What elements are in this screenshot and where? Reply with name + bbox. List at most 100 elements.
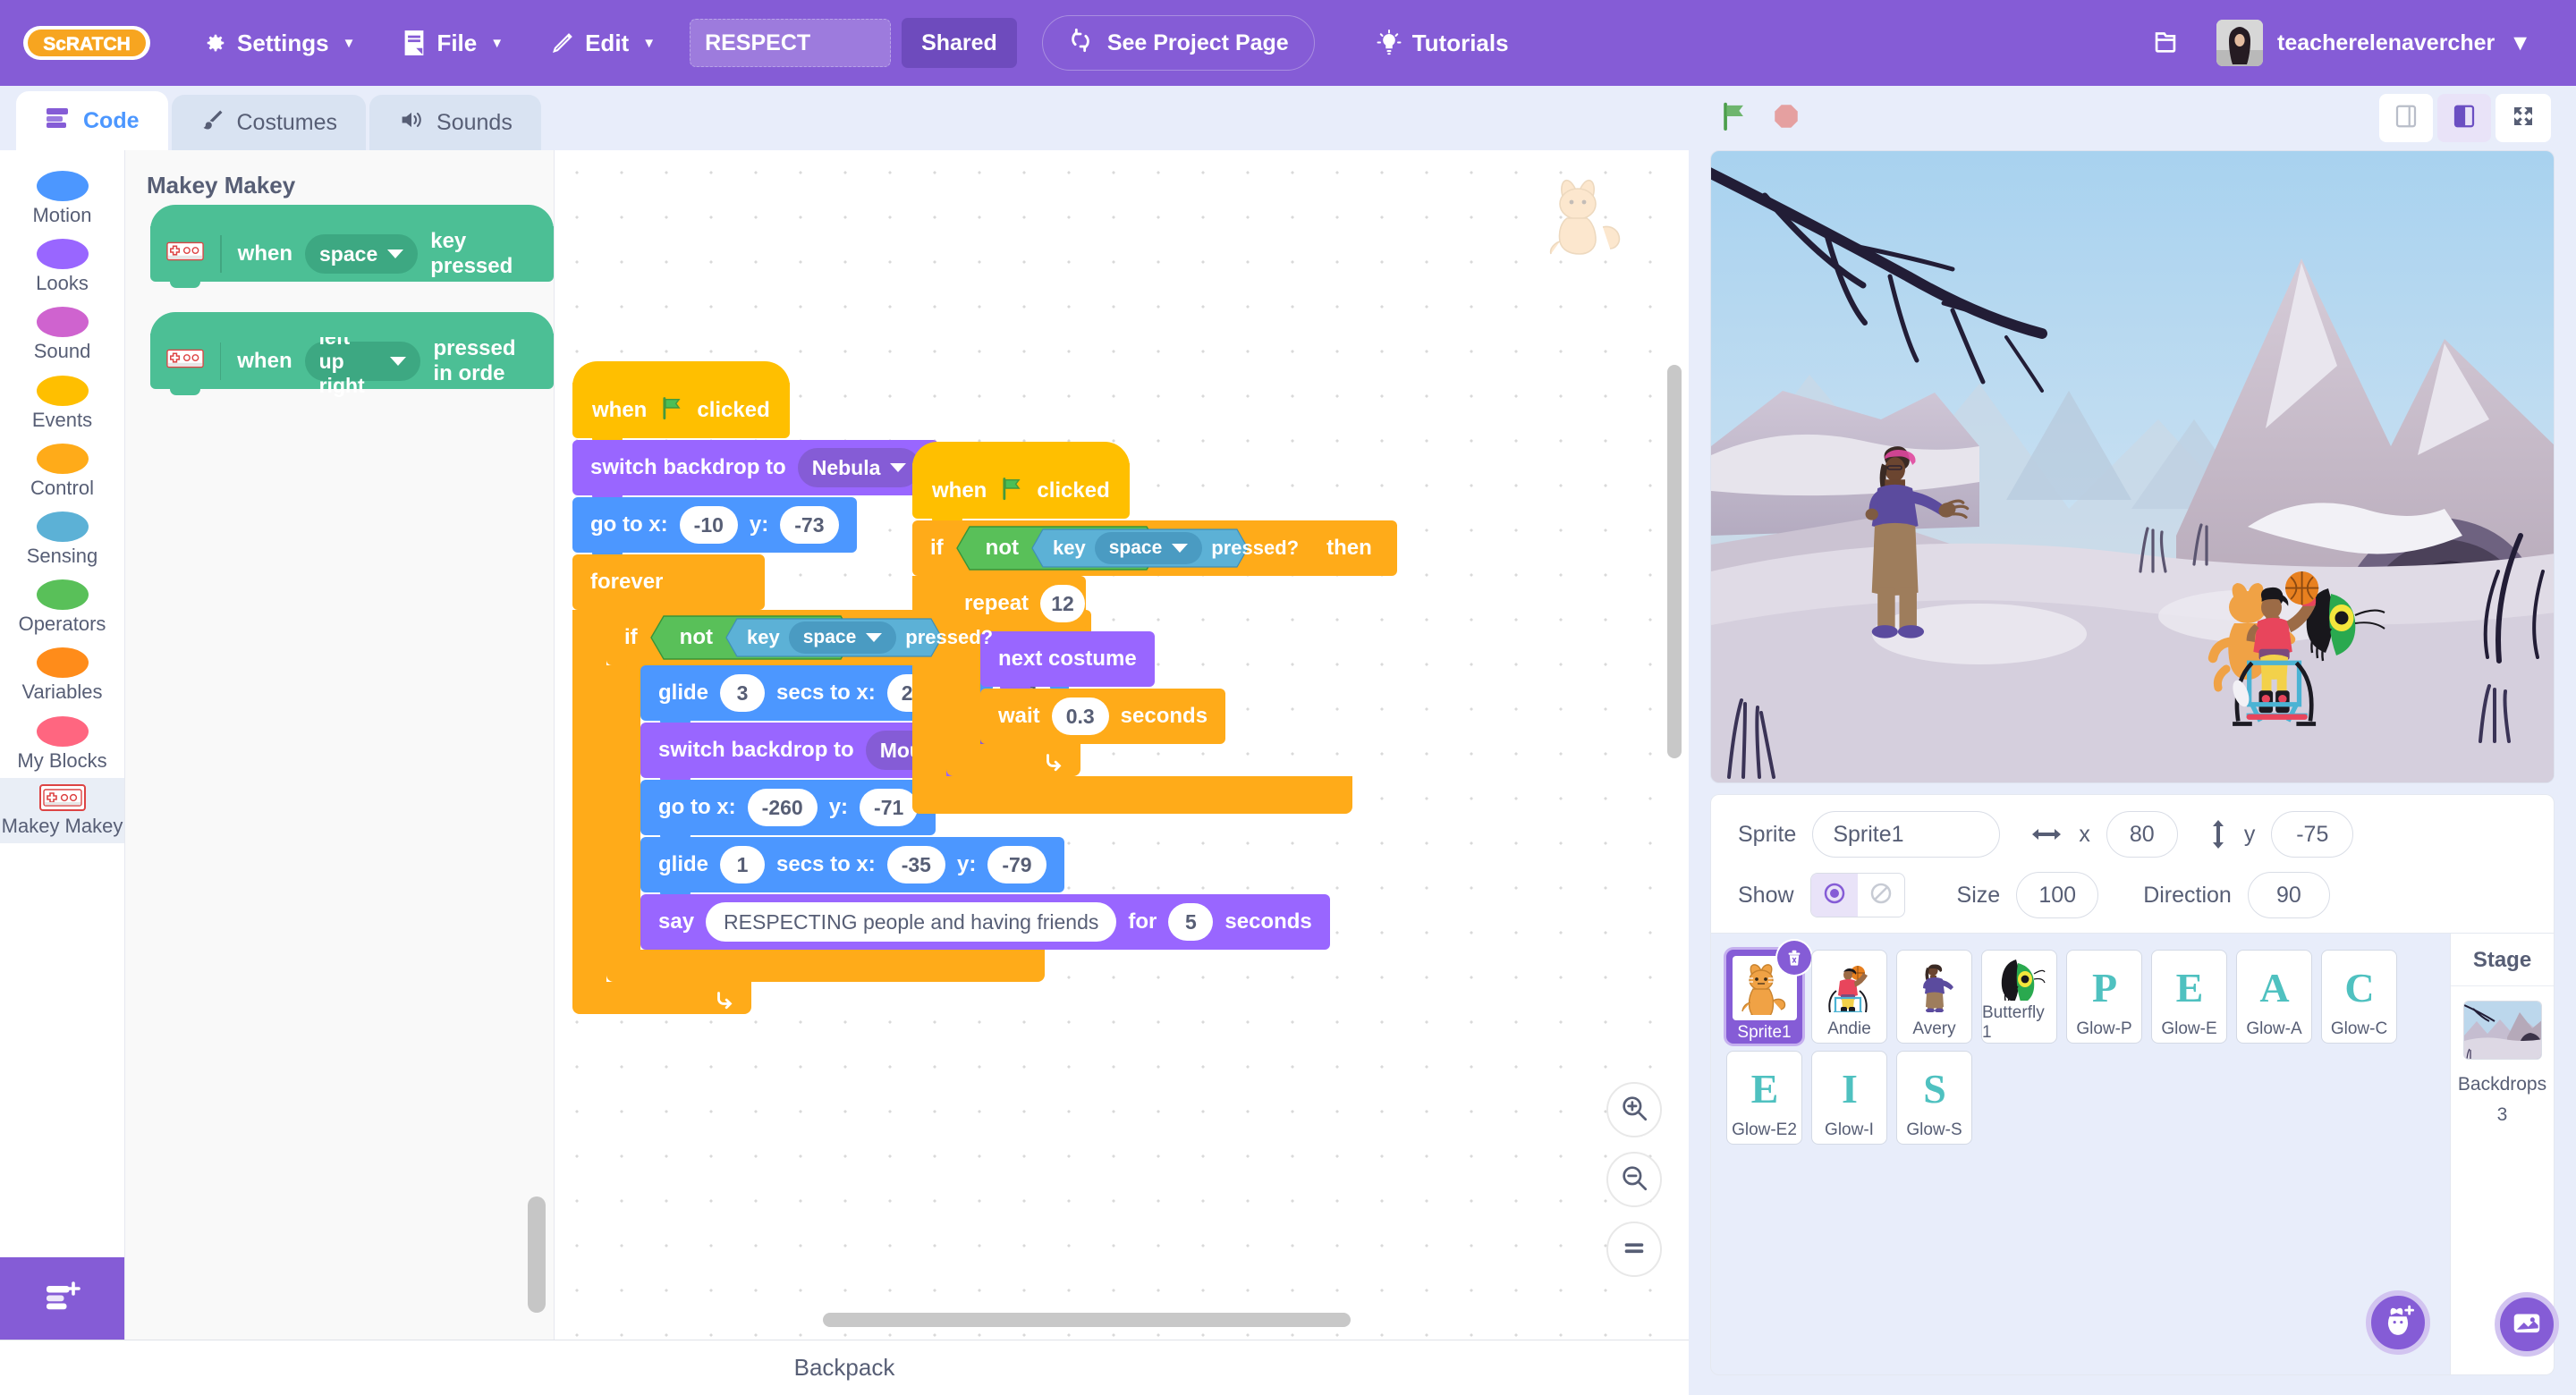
not-operator-block[interactable]: not key space pressed? [649,614,993,661]
palette-block-when-pressed-in-order[interactable]: when left up right pressed in orde [150,312,554,397]
not-operator-block[interactable]: not key space pressed? [955,525,1299,571]
add-sprite-button[interactable] [2366,1290,2430,1355]
category-motion[interactable]: Motion [0,165,124,232]
sprite-tile-avery[interactable]: Avery [1896,950,1972,1044]
key-sequence-dropdown[interactable]: left up right [304,326,421,397]
go-to-x-input[interactable]: -10 [679,506,738,544]
category-variables[interactable]: Variables [0,641,124,709]
backdrop-thumbnail[interactable] [2462,1001,2542,1060]
glide-x-input[interactable]: -35 [886,846,945,884]
small-stage-button[interactable] [2379,94,2433,142]
sprite-tile-sprite1[interactable]: Sprite1 [1726,941,1811,1044]
gear-icon [200,30,227,56]
delete-sprite-button[interactable] [1777,941,1811,975]
block-if-then-2[interactable]: if not key space pressed? then repeat 12… [912,520,1397,814]
sprite-tile-butterfly-1[interactable]: Butterfly 1 [1981,950,2057,1044]
backpack-bar[interactable]: Backpack [0,1340,1689,1395]
block-wait-seconds[interactable]: wait 0.3 seconds [980,689,1226,750]
workspace-horizontal-scrollbar[interactable] [823,1313,1351,1327]
sprite-tile-glow-i[interactable]: I Glow-I [1811,1051,1887,1145]
tab-sounds[interactable]: Sounds [369,95,541,150]
direction-input[interactable]: 90 [2247,872,2330,918]
tab-costumes[interactable]: Costumes [171,95,367,150]
key-pressed-boolean[interactable]: key space pressed? [1031,528,1299,568]
chevron-down-icon: ▼ [2509,30,2531,55]
zoom-out-button[interactable] [1606,1152,1662,1207]
glide-secs-input[interactable]: 3 [720,674,766,712]
block-palette[interactable]: Makey Makey when space key pressed when … [125,150,555,1340]
project-title-input[interactable]: RESPECT [690,19,892,67]
go-to-y-input[interactable]: -73 [780,506,839,544]
shared-button[interactable]: Shared [902,18,1017,68]
say-seconds-input[interactable]: 5 [1168,903,1214,941]
sprite-tile-glow-e[interactable]: E Glow-E [2151,950,2227,1044]
block-say-for-seconds[interactable]: say RESPECTING people and having friends… [640,894,1330,956]
category-events[interactable]: Events [0,369,124,437]
tutorials-button[interactable]: Tutorials [1352,0,1532,86]
palette-scrollbar[interactable] [528,1196,546,1313]
zoom-in-button[interactable] [1606,1082,1662,1137]
zoom-reset-button[interactable] [1606,1222,1662,1277]
tab-code[interactable]: Code [16,91,168,150]
go-to-y-input[interactable]: -71 [860,789,919,826]
category-my-blocks[interactable]: My Blocks [0,710,124,778]
sprite-tile-glow-a[interactable]: A Glow-A [2236,950,2312,1044]
glow-letter-s: S [1903,1057,1965,1118]
wait-seconds-input[interactable]: 0.3 [1051,698,1109,735]
zoom-reset-icon [1619,1232,1649,1267]
category-makey-makey[interactable]: Makey Makey [0,777,124,843]
scratch-logo[interactable]: ScRATCH [20,19,154,67]
block-repeat[interactable]: repeat 12 next costume wait 0.3 seconds [946,576,1226,776]
stage[interactable] [1710,150,2555,783]
key-value-dropdown[interactable]: space [1094,532,1203,564]
backdrop-dropdown[interactable]: Nebula [797,448,921,487]
see-project-page-button[interactable]: See Project Page [1041,15,1315,71]
category-looks[interactable]: Looks [0,232,124,300]
my-stuff-button[interactable] [2123,26,2207,61]
key-pressed-boolean[interactable]: key space pressed? [725,618,993,657]
file-menu[interactable]: File ▼ [378,0,527,86]
green-flag-button[interactable] [1708,101,1760,136]
category-control[interactable]: Control [0,437,124,505]
workspace-vertical-scrollbar[interactable] [1667,365,1682,758]
y-input[interactable]: -75 [2271,811,2354,858]
say-text-input[interactable]: RESPECTING people and having friends [706,902,1117,942]
account-menu[interactable]: teacherelenavercher ▼ [2207,20,2556,66]
palette-block-when-key-pressed[interactable]: when space key pressed [150,205,554,288]
settings-menu[interactable]: Settings ▼ [177,0,378,86]
sprite-tile-glow-e2[interactable]: E Glow-E2 [1726,1051,1802,1145]
key-value-dropdown[interactable]: space [788,621,897,654]
category-operators[interactable]: Operators [0,573,124,641]
switch-backdrop-label: switch backdrop to [658,738,854,762]
add-extension-button[interactable] [0,1257,124,1340]
block-next-costume[interactable]: next costume [980,631,1225,693]
sprite-name-input[interactable]: Sprite1 [1812,811,2001,858]
add-backdrop-button[interactable] [2495,1292,2559,1357]
glide-secs-input[interactable]: 1 [720,846,766,884]
go-to-x-input[interactable]: -260 [747,789,818,826]
block-when-flag-clicked-2[interactable]: when clicked [912,442,1397,525]
category-sensing[interactable]: Sensing [0,505,124,573]
block-when-flag-clicked[interactable]: when clicked [572,361,1330,444]
sprite-tile-andie[interactable]: Andie [1811,950,1887,1044]
sprite-tile-glow-p[interactable]: P Glow-P [2066,950,2142,1044]
repeat-count-input[interactable]: 12 [1040,585,1086,622]
size-input[interactable]: 100 [2016,872,2099,918]
large-stage-button[interactable] [2437,94,2491,142]
key-dropdown[interactable]: space [305,234,419,274]
show-hidden-button[interactable] [1858,874,1904,917]
stop-button[interactable] [1760,101,1812,136]
glide-y-input[interactable]: -79 [987,846,1046,884]
edit-menu[interactable]: Edit ▼ [527,0,679,86]
block-glide-2[interactable]: glide 1 secs to x: -35 y: -79 [640,837,1330,899]
sprite-list[interactable]: Sprite1 Andie Avery Butterfly 1 P Glow-P… [1710,933,2451,1375]
code-workspace[interactable]: when clicked switch backdrop to Nebula g… [555,150,1689,1340]
repeat-block-bottom [946,744,1080,776]
sprite-tile-glow-s[interactable]: S Glow-S [1896,1051,1972,1145]
x-input[interactable]: 80 [2106,811,2178,858]
fullscreen-button[interactable] [2496,94,2551,142]
show-visible-button[interactable] [1810,874,1858,917]
avatar [2216,20,2264,66]
category-sound[interactable]: Sound [0,300,124,368]
sprite-tile-glow-c[interactable]: C Glow-C [2321,950,2397,1044]
